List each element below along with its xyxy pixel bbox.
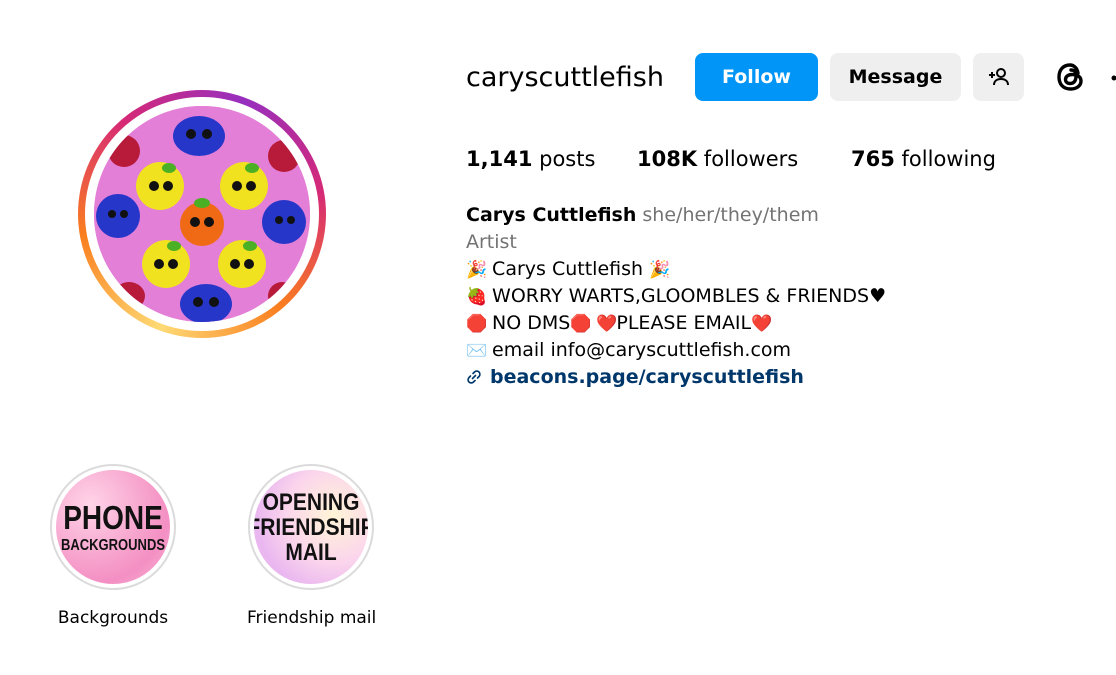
red-heart-icon: ❤️ [751,314,773,334]
bio-line-3a: NO DMS [492,312,571,334]
stat-following[interactable]: 765 following [851,145,996,173]
avatar-image [94,106,310,322]
following-label: following [901,147,996,171]
stat-followers[interactable]: 108K followers [637,145,798,173]
bio-link[interactable]: beacons.page/caryscuttlefish [490,366,804,388]
highlight-cover-text: BACKGROUNDS [61,535,165,553]
highlight-cover-text: OPENING [262,488,360,516]
highlight-backgrounds[interactable]: PHONE BACKGROUNDS Backgrounds [49,464,177,628]
followers-count: 108K [637,147,698,171]
envelope-icon: ✉️ [466,341,488,361]
highlight-cover: PHONE BACKGROUNDS [56,470,170,584]
party-icon: 🎉 [649,260,671,280]
bio-line-4: email info@caryscuttlefish.com [492,339,792,361]
link-icon [467,370,481,384]
strawberry-icon: 🍓 [466,287,488,307]
profile-avatar[interactable] [94,106,310,322]
stop-sign-icon: 🛑 [466,314,488,334]
highlight-cover-ring: PHONE BACKGROUNDS [50,464,176,590]
highlight-cover: OPENING FRIENDSHIP MAIL [254,470,368,584]
following-count: 765 [851,147,895,171]
highlight-label: Friendship mail [247,608,377,628]
stat-posts: 1,141 posts [466,145,595,173]
black-heart-icon: ♥ [869,285,887,307]
posts-count: 1,141 [466,147,533,171]
bio-line-2: WORRY WARTS,GLOOMBLES & FRIENDS [492,285,870,307]
threads-icon[interactable] [1052,58,1090,96]
person-add-icon [988,68,1009,86]
posts-label: posts [539,147,596,171]
bio-name: Carys Cuttlefish [466,204,637,226]
red-heart-icon: ❤️ [596,314,618,334]
highlight-cover-text: FRIENDSHIP [254,513,368,541]
highlight-cover-text: MAIL [285,538,337,566]
profile-avatar-ring[interactable] [78,90,326,338]
stop-sign-icon: 🛑 [570,314,592,334]
profile-username: caryscuttlefish [466,62,664,93]
bio-line-1: Carys Cuttlefish [492,258,644,280]
avatar-border [85,97,319,331]
profile-bio: Carys Cuttlefish she/her/they/them Artist… [466,202,886,391]
highlight-cover-text: PHONE [63,498,163,536]
follow-button[interactable]: Follow [695,53,818,101]
more-options-icon[interactable] [1108,70,1116,86]
bio-line-3b: PLEASE EMAIL [616,312,752,334]
highlight-friendship-mail[interactable]: OPENING FRIENDSHIP MAIL Friendship mail [247,464,377,628]
suggest-similar-button[interactable] [973,53,1024,101]
followers-label: followers [703,147,799,171]
highlight-cover-ring: OPENING FRIENDSHIP MAIL [248,464,374,590]
message-button[interactable]: Message [830,53,961,101]
party-icon: 🎉 [466,260,488,280]
bio-pronouns: she/her/they/them [642,204,819,226]
highlight-label: Backgrounds [57,608,169,628]
bio-category: Artist [466,231,517,253]
